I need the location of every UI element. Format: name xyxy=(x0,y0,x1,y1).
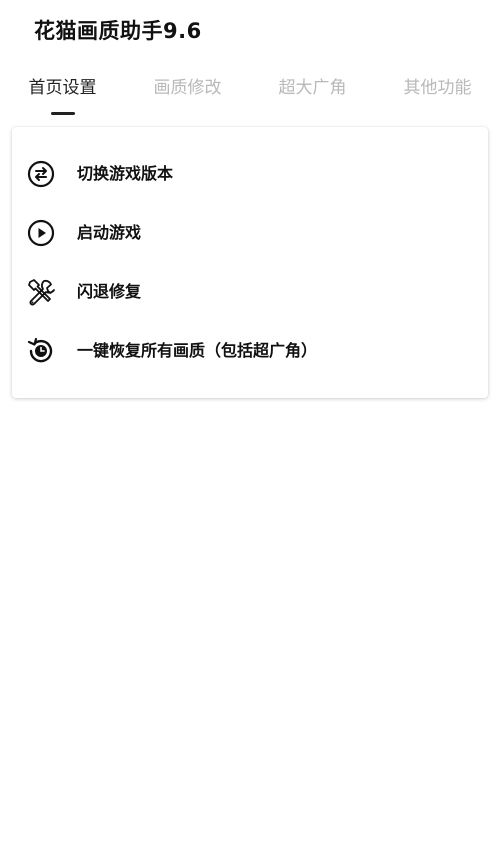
menu-item-launch-game[interactable]: 启动游戏 xyxy=(12,204,488,263)
app-title: 花猫画质助手9.6 xyxy=(34,19,202,43)
menu-item-switch-version[interactable]: 切换游戏版本 xyxy=(12,145,488,204)
tab-label: 其他功能 xyxy=(403,78,472,98)
play-icon xyxy=(26,218,56,248)
tab-other-functions[interactable]: 其他功能 xyxy=(375,70,500,118)
menu-item-label: 启动游戏 xyxy=(77,223,142,242)
tab-quality-modify[interactable]: 画质修改 xyxy=(125,70,250,118)
tab-bar: 首页设置 画质修改 超大广角 其他功能 xyxy=(0,70,500,118)
tab-label: 首页设置 xyxy=(28,78,97,98)
menu-item-label: 切换游戏版本 xyxy=(77,164,174,183)
swap-icon xyxy=(26,159,56,189)
menu-item-label: 一键恢复所有画质（包括超广角） xyxy=(77,341,318,360)
tools-icon xyxy=(26,277,56,307)
menu-item-crash-fix[interactable]: 闪退修复 xyxy=(12,263,488,322)
tab-wide-angle[interactable]: 超大广角 xyxy=(250,70,375,118)
app-screen: 花猫画质助手9.6 首页设置 画质修改 超大广角 其他功能 切换游戏版本 启动游… xyxy=(0,0,500,860)
tab-label: 画质修改 xyxy=(153,78,222,98)
menu-item-label: 闪退修复 xyxy=(77,282,142,301)
menu-item-restore-quality[interactable]: 一键恢复所有画质（包括超广角） xyxy=(12,322,488,381)
menu-card: 切换游戏版本 启动游戏 闪退修复 一键恢复所有画质（包括超广角） xyxy=(12,127,488,398)
tab-home-settings[interactable]: 首页设置 xyxy=(0,70,125,118)
restore-icon xyxy=(26,336,56,366)
tab-label: 超大广角 xyxy=(278,78,347,98)
tab-active-indicator xyxy=(51,112,75,115)
